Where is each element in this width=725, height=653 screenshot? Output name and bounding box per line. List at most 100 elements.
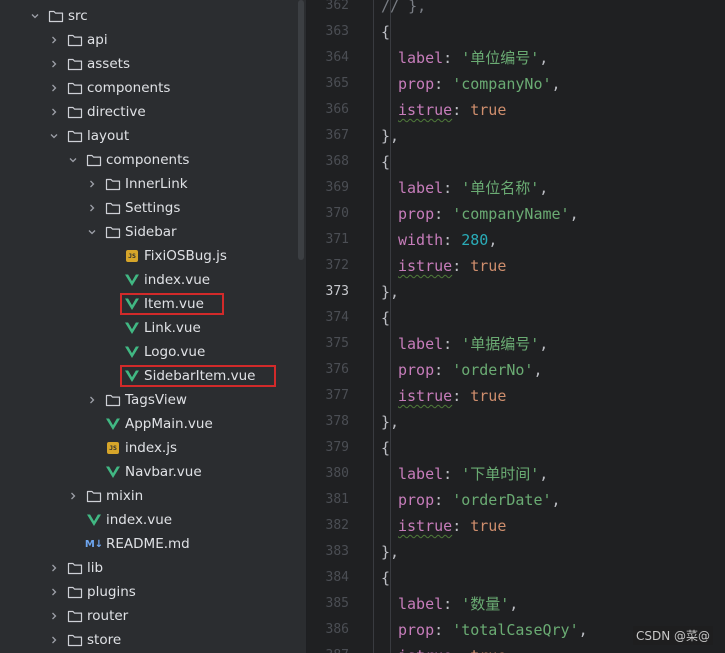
chevron-right-icon[interactable] [85,395,99,405]
chevron-down-icon[interactable] [28,11,42,21]
tree-row-directive[interactable]: directive [0,100,297,124]
code-token: : [434,361,453,379]
code-token: true [470,101,507,119]
chevron-down-icon[interactable] [85,227,99,237]
tree-row-mixin[interactable]: mixin [0,484,297,508]
code-token: : [443,465,462,483]
tree-row-router[interactable]: router [0,604,297,628]
code-editor[interactable]: 362 // }, 363 {364 label: '单位编号', 365 prop: 'c… [307,0,725,653]
code-line[interactable]: label: '单位名称', [398,175,548,201]
code-line[interactable]: istrue: true [398,513,506,539]
line-number: 386 [325,622,349,637]
code-line[interactable]: prop: 'companyName', [398,201,579,227]
code-line[interactable]: prop: 'companyNo', [398,71,561,97]
tree-row-index-js[interactable]: JS index.js [0,436,297,460]
code-token: : [452,101,471,119]
tree-row-navbar-vue[interactable]: Navbar.vue [0,460,297,484]
code-token: true [470,257,507,275]
tree-row-index-vue[interactable]: index.vue [0,268,297,292]
tree-row-plugins[interactable]: plugins [0,580,297,604]
code-line[interactable]: { [381,435,390,461]
code-line[interactable]: label: '下单时间', [398,461,548,487]
code-token: istrue [398,257,453,275]
tree-row-label: FixiOSBug.js [144,248,227,264]
tree-row-label: index.vue [144,272,211,288]
code-line[interactable]: istrue: true [398,97,506,123]
line-number: 368 [325,154,349,169]
folder-icon [67,105,83,119]
tree-row-assets[interactable]: assets [0,52,297,76]
tree-row-src[interactable]: src [0,4,297,28]
code-token: 'companyName' [452,205,570,223]
code-line[interactable]: prop: 'orderNo', [398,357,543,383]
code-line[interactable]: { [381,149,390,175]
tree-row-appmain-vue[interactable]: AppMain.vue [0,412,297,436]
line-number: 376 [325,362,349,377]
code-line[interactable]: prop: 'orderDate', [398,487,561,513]
chevron-right-icon[interactable] [47,107,61,117]
chevron-right-icon[interactable] [47,59,61,69]
chevron-right-icon[interactable] [66,491,80,501]
code-line[interactable]: // }, [381,0,426,19]
chevron-right-icon[interactable] [47,563,61,573]
code-token: : [434,205,453,223]
code-token: : [443,231,462,249]
chevron-down-icon[interactable] [66,155,80,165]
code-token: { [381,569,391,587]
tree-row-label: directive [87,104,146,120]
code-line[interactable]: istrue: true [398,253,506,279]
line-number: 383 [325,544,349,559]
code-token: label [398,595,444,613]
tree-row-innerlink[interactable]: InnerLink [0,172,297,196]
folder-icon [105,201,121,215]
tree-scrollbar[interactable] [298,0,304,260]
tree-row-lib[interactable]: lib [0,556,297,580]
line-number: 382 [325,518,349,533]
code-line[interactable]: istrue: true [398,643,506,653]
chevron-right-icon[interactable] [47,35,61,45]
chevron-down-icon[interactable] [47,131,61,141]
tree-row-api[interactable]: api [0,28,297,52]
tree-row-logo-vue[interactable]: Logo.vue [0,340,297,364]
code-line[interactable]: label: '数量', [398,591,518,617]
tree-row-sidebar[interactable]: Sidebar [0,220,297,244]
code-token: '单位编号' [461,49,540,67]
code-token: : [434,621,453,639]
tree-row-label: Link.vue [144,320,201,336]
code-line[interactable]: label: '单据编号', [398,331,548,357]
line-number: 381 [325,492,349,507]
chevron-right-icon[interactable] [85,203,99,213]
line-number: 378 [325,414,349,429]
chevron-right-icon[interactable] [47,83,61,93]
code-token: , [488,231,498,249]
tree-row-link-vue[interactable]: Link.vue [0,316,297,340]
tree-row-settings[interactable]: Settings [0,196,297,220]
tree-row-readme-md[interactable]: M↓ README.md [0,532,297,556]
vue-file-icon [86,513,102,527]
code-line[interactable]: { [381,305,390,331]
tree-row-components[interactable]: components [0,148,297,172]
tree-row-components[interactable]: components [0,76,297,100]
code-line[interactable]: prop: 'totalCaseQry', [398,617,588,643]
code-line[interactable]: { [381,565,390,591]
code-token: : [443,595,462,613]
chevron-right-icon[interactable] [47,635,61,645]
tree-row-tagsview[interactable]: TagsView [0,388,297,412]
tree-row-label: README.md [106,536,190,552]
chevron-right-icon[interactable] [47,611,61,621]
code-line[interactable]: { [381,19,390,45]
code-line[interactable]: width: 280, [398,227,497,253]
chevron-right-icon[interactable] [85,179,99,189]
code-token: , [533,361,543,379]
tree-row-layout[interactable]: layout [0,124,297,148]
code-line[interactable]: label: '单位编号', [398,45,548,71]
tree-row-index-vue[interactable]: index.vue [0,508,297,532]
code-token: '单据编号' [461,335,540,353]
tree-row-fixiosbug-js[interactable]: JS FixiOSBug.js [0,244,297,268]
chevron-right-icon[interactable] [47,587,61,597]
line-number: 365 [325,76,349,91]
code-line[interactable]: istrue: true [398,383,506,409]
code-token: , [539,49,549,67]
tree-row-store[interactable]: store [0,628,297,652]
code-token: , [551,75,561,93]
